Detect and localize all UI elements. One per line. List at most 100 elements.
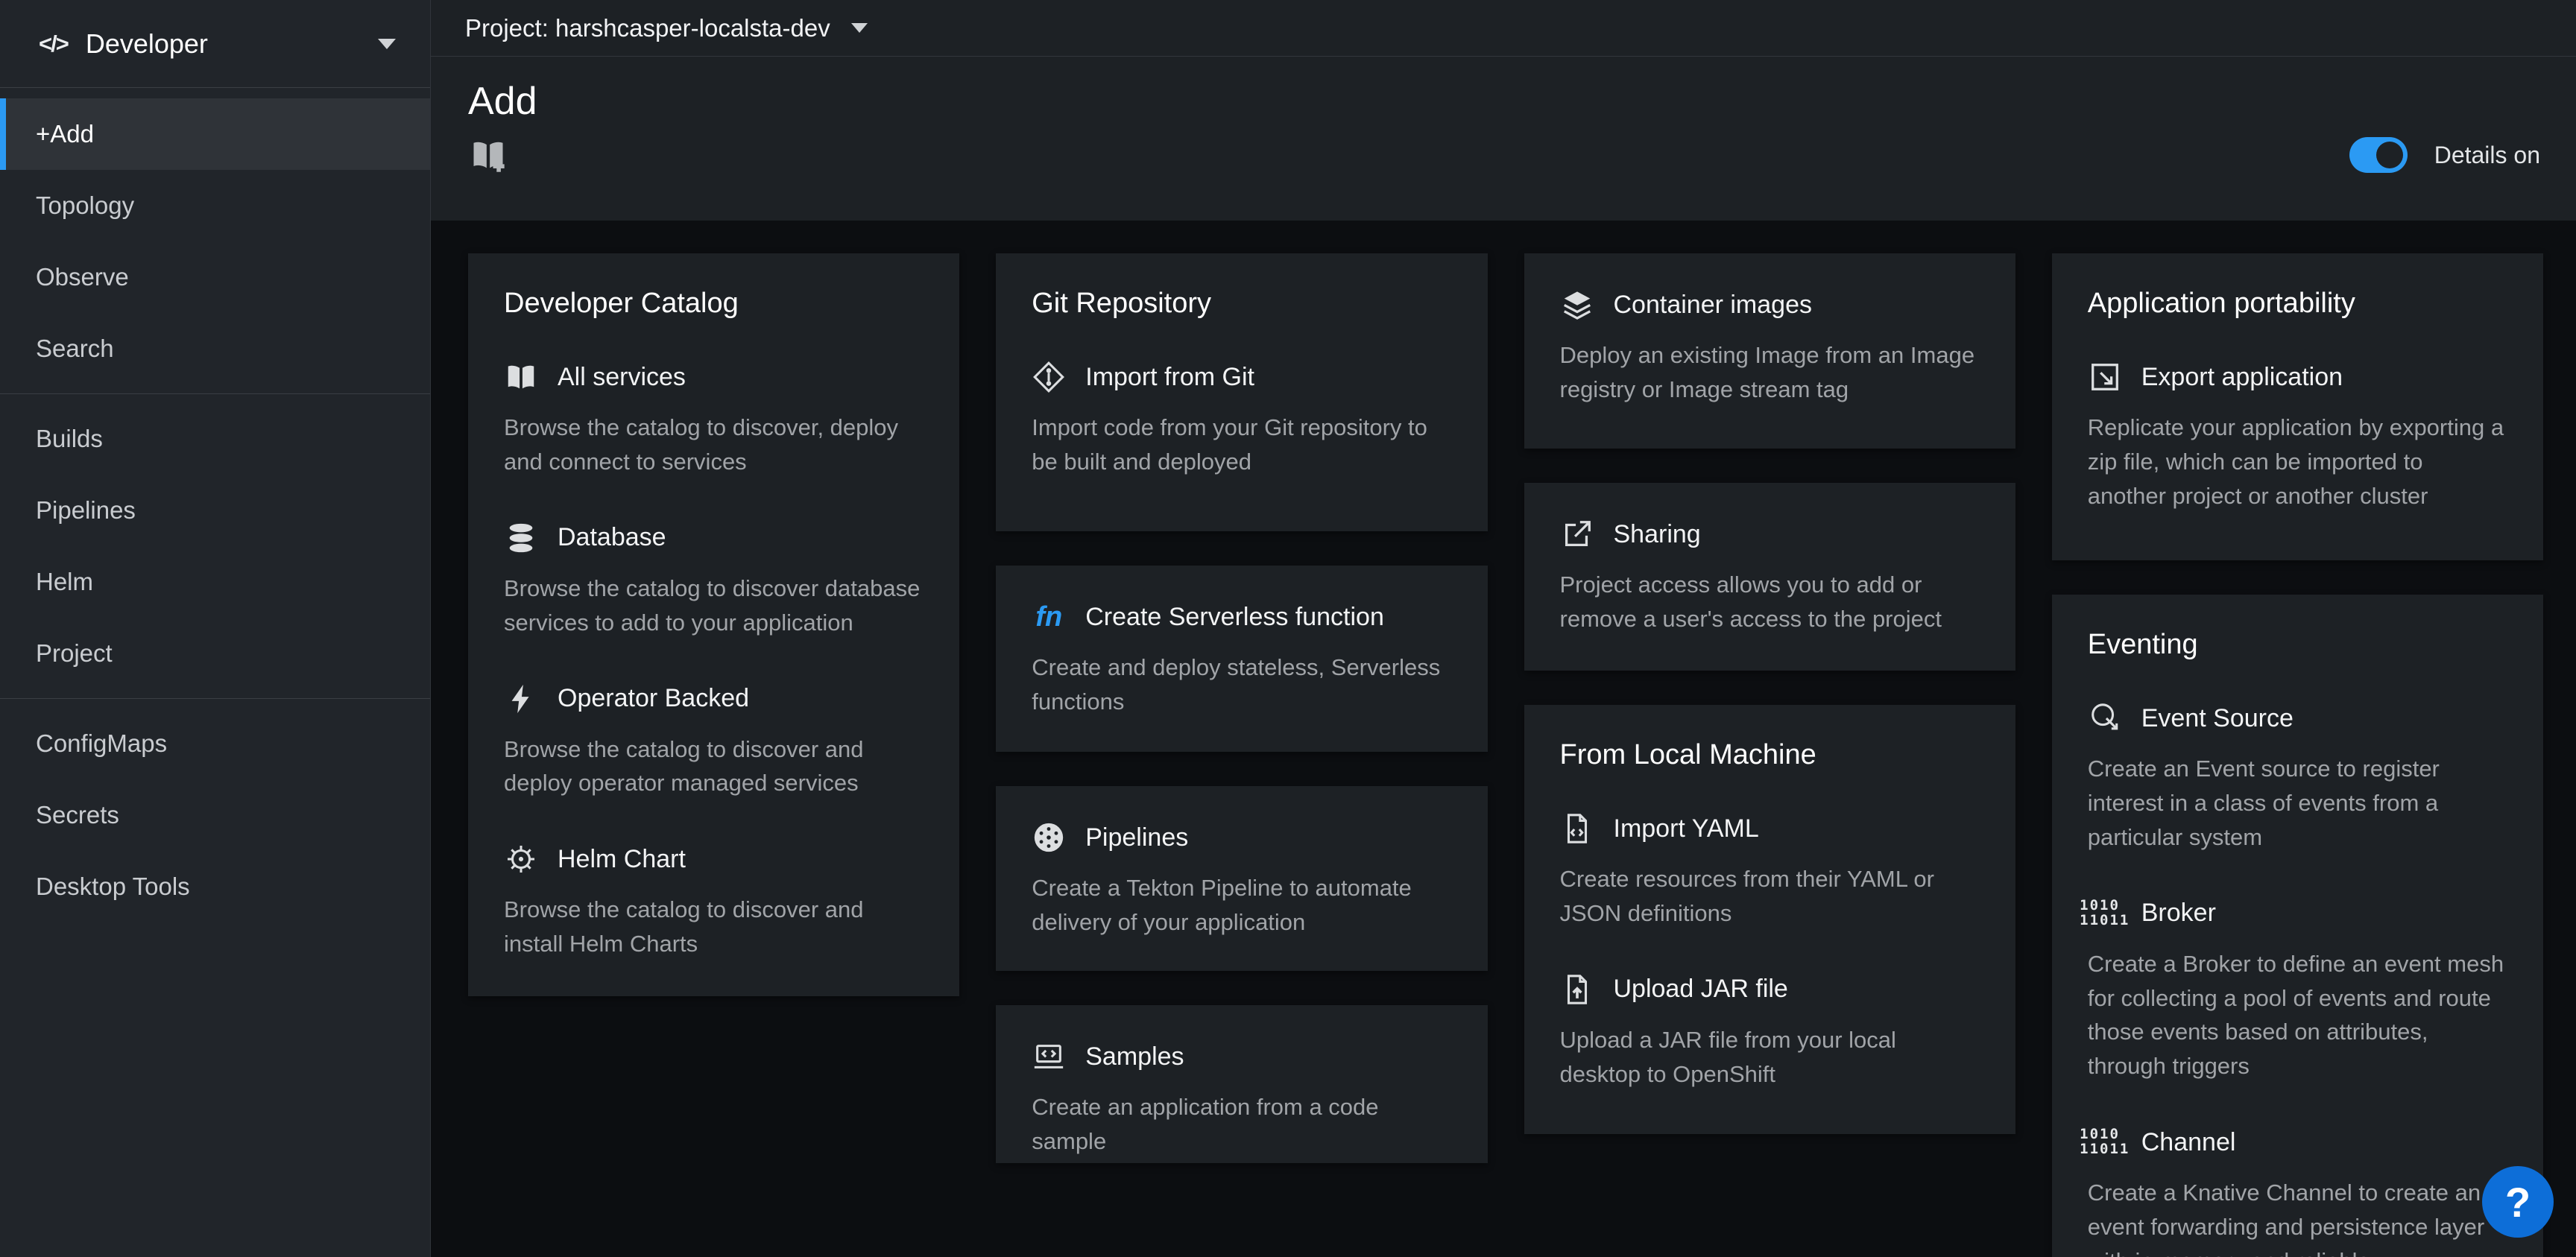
item-link-export-application[interactable]: Export application bbox=[2088, 360, 2507, 394]
item-description: Create an Event source to register inter… bbox=[2088, 752, 2507, 855]
sidebar-item-builds[interactable]: Builds bbox=[0, 403, 430, 475]
sidebar-item-project[interactable]: Project bbox=[0, 618, 430, 689]
card-pipelines[interactable]: Pipelines Create a Tekton Pipeline to aut… bbox=[996, 786, 1487, 971]
item-name: Upload JAR file bbox=[1614, 975, 1788, 1004]
sidebar-item-search[interactable]: Search bbox=[0, 313, 430, 384]
details-switch-group: Details on bbox=[2349, 137, 2540, 173]
item-description: Create resources from their YAML or JSON… bbox=[1560, 862, 1980, 931]
item-link-import-from-git[interactable]: Import from Git bbox=[1032, 360, 1451, 394]
item-name: Import from Git bbox=[1085, 363, 1254, 392]
item-description: Create a Knative Channel to create an ev… bbox=[2088, 1176, 2507, 1257]
binary-icon: 1010 11011 bbox=[2088, 896, 2122, 931]
card-item-create-serverless-function: fn Create Serverless function Create and d… bbox=[1032, 600, 1451, 719]
item-description: Create and deploy stateless, Serverless … bbox=[1032, 650, 1451, 719]
tekton-icon bbox=[1032, 820, 1066, 855]
fn-icon: fn bbox=[1032, 600, 1066, 634]
sidebar-item-label: Project bbox=[36, 639, 113, 668]
perspective-switcher[interactable]: </> Developer bbox=[0, 0, 430, 88]
sidebar-item-helm[interactable]: Helm bbox=[0, 546, 430, 618]
sidebar-item-add[interactable]: +Add bbox=[0, 98, 430, 170]
item-description: Project access allows you to add or remo… bbox=[1560, 568, 1980, 636]
sidebar-item-label: Secrets bbox=[36, 801, 119, 829]
item-link-container-images[interactable]: Container images bbox=[1560, 288, 1980, 322]
card-item-sharing: Sharing Project access allows you to add … bbox=[1560, 517, 1980, 636]
item-link-import-yaml[interactable]: Import YAML bbox=[1560, 811, 1980, 846]
share-icon bbox=[1560, 517, 1594, 551]
sidebar-item-label: Pipelines bbox=[36, 496, 136, 525]
bolt-icon bbox=[504, 682, 538, 716]
item-name: Sharing bbox=[1614, 520, 1701, 549]
card-item-database: Database Browse the catalog to discover d… bbox=[504, 521, 924, 640]
sidebar-item-label: Helm bbox=[36, 568, 93, 596]
item-name: Event Source bbox=[2141, 704, 2294, 733]
card-developer-catalog[interactable]: Developer CatalogAll servicesBrowse the … bbox=[468, 253, 959, 996]
project-selector-label: Project: harshcasper-localsta-dev bbox=[465, 14, 830, 42]
binary-icon: 1010 11011 bbox=[2088, 1125, 2122, 1159]
chevron-down-icon bbox=[378, 39, 396, 49]
sidebar-item-topology[interactable]: Topology bbox=[0, 170, 430, 241]
sidebar-item-desktop-tools[interactable]: Desktop Tools bbox=[0, 851, 430, 922]
sidebar-item-observe[interactable]: Observe bbox=[0, 241, 430, 313]
sidebar-item-label: Topology bbox=[36, 191, 134, 220]
item-description: Create a Tekton Pipeline to automate del… bbox=[1032, 871, 1451, 940]
help-button[interactable]: ? bbox=[2482, 1166, 2554, 1238]
item-link-helm-chart[interactable]: Helm Chart bbox=[504, 842, 924, 876]
item-name: Helm Chart bbox=[558, 845, 686, 874]
card-item-import-yaml: Import YAML Create resources from their Y… bbox=[1560, 811, 1980, 931]
file-upload-icon bbox=[1560, 972, 1594, 1007]
card-column-1: Developer CatalogAll servicesBrowse the … bbox=[468, 253, 959, 1257]
sidebar-item-configmaps[interactable]: ConfigMaps bbox=[0, 708, 430, 779]
item-link-event-source[interactable]: Event Source bbox=[2088, 701, 2507, 735]
sidebar-group-divider bbox=[0, 393, 430, 394]
item-link-sharing[interactable]: Sharing bbox=[1560, 517, 1980, 551]
card-create-serverless-function[interactable]: fn Create Serverless function Create and d… bbox=[996, 566, 1487, 752]
item-link-create-serverless-function[interactable]: fn Create Serverless function bbox=[1032, 600, 1451, 634]
card-title: Eventing bbox=[2088, 629, 2507, 661]
card-eventing[interactable]: Eventing Event Source Create an Event sour… bbox=[2052, 595, 2543, 1257]
item-name: Export application bbox=[2141, 363, 2343, 392]
page-title: Add bbox=[468, 79, 2540, 124]
sidebar-item-pipelines[interactable]: Pipelines bbox=[0, 475, 430, 546]
catalog-book-plus-icon[interactable] bbox=[468, 136, 508, 174]
item-link-database[interactable]: Database bbox=[504, 521, 924, 555]
item-name: Channel bbox=[2141, 1128, 2236, 1157]
card-title: Git Repository bbox=[1032, 288, 1451, 320]
item-link-broker[interactable]: 1010 11011 Broker bbox=[2088, 896, 2507, 931]
item-name: Operator Backed bbox=[558, 684, 749, 713]
item-name: Create Serverless function bbox=[1085, 603, 1384, 632]
card-column-4: Application portability Export applicatio… bbox=[2052, 253, 2543, 1257]
perspective-label: Developer bbox=[86, 28, 208, 60]
card-title: Application portability bbox=[2088, 288, 2507, 320]
card-title: From Local Machine bbox=[1560, 739, 1980, 771]
sidebar-group-divider bbox=[0, 698, 430, 699]
item-link-all-services[interactable]: All services bbox=[504, 360, 924, 394]
item-link-operator-backed[interactable]: Operator Backed bbox=[504, 682, 924, 716]
card-container-images[interactable]: Container imagesDeploy an existing Image… bbox=[1524, 253, 2015, 449]
sidebar-item-label: ConfigMaps bbox=[36, 729, 167, 758]
card-item-import-from-git: Import from Git Import code from your Git… bbox=[1032, 360, 1451, 479]
item-description: Create a Broker to define an event mesh … bbox=[2088, 947, 2507, 1084]
item-link-channel[interactable]: 1010 11011 Channel bbox=[2088, 1125, 2507, 1159]
item-name: Broker bbox=[2141, 899, 2216, 928]
card-application-portability[interactable]: Application portability Export applicatio… bbox=[2052, 253, 2543, 560]
sidebar-nav: +Add Topology ObserveSearch Builds Pipelines… bbox=[0, 98, 430, 922]
details-toggle[interactable] bbox=[2349, 137, 2408, 173]
item-description: Import code from your Git repository to … bbox=[1032, 411, 1451, 479]
card-from-local-machine[interactable]: From Local Machine Import YAML Create reso… bbox=[1524, 705, 2015, 1134]
git-icon bbox=[1032, 360, 1066, 394]
card-item-samples: SamplesCreate an application from a code… bbox=[1032, 1039, 1451, 1159]
card-sharing[interactable]: Sharing Project access allows you to add … bbox=[1524, 483, 2015, 671]
item-link-pipelines[interactable]: Pipelines bbox=[1032, 820, 1451, 855]
card-git-repository[interactable]: Git Repository Import from Git Import code… bbox=[996, 253, 1487, 531]
item-link-samples[interactable]: Samples bbox=[1032, 1039, 1451, 1074]
export-icon bbox=[2088, 360, 2122, 394]
item-link-upload-jar-file[interactable]: Upload JAR file bbox=[1560, 972, 1980, 1007]
card-column-3: Container imagesDeploy an existing Image… bbox=[1524, 253, 2015, 1257]
card-item-broker: 1010 11011 Broker Create a Broker to defin… bbox=[2088, 896, 2507, 1084]
item-description: Browse the catalog to discover and deplo… bbox=[504, 732, 924, 801]
project-selector[interactable]: Project: harshcasper-localsta-dev bbox=[431, 0, 2576, 57]
sidebar-item-secrets[interactable]: Secrets bbox=[0, 779, 430, 851]
item-name: All services bbox=[558, 363, 686, 392]
item-description: Browse the catalog to discover database … bbox=[504, 571, 924, 640]
card-samples[interactable]: SamplesCreate an application from a code… bbox=[996, 1005, 1487, 1163]
